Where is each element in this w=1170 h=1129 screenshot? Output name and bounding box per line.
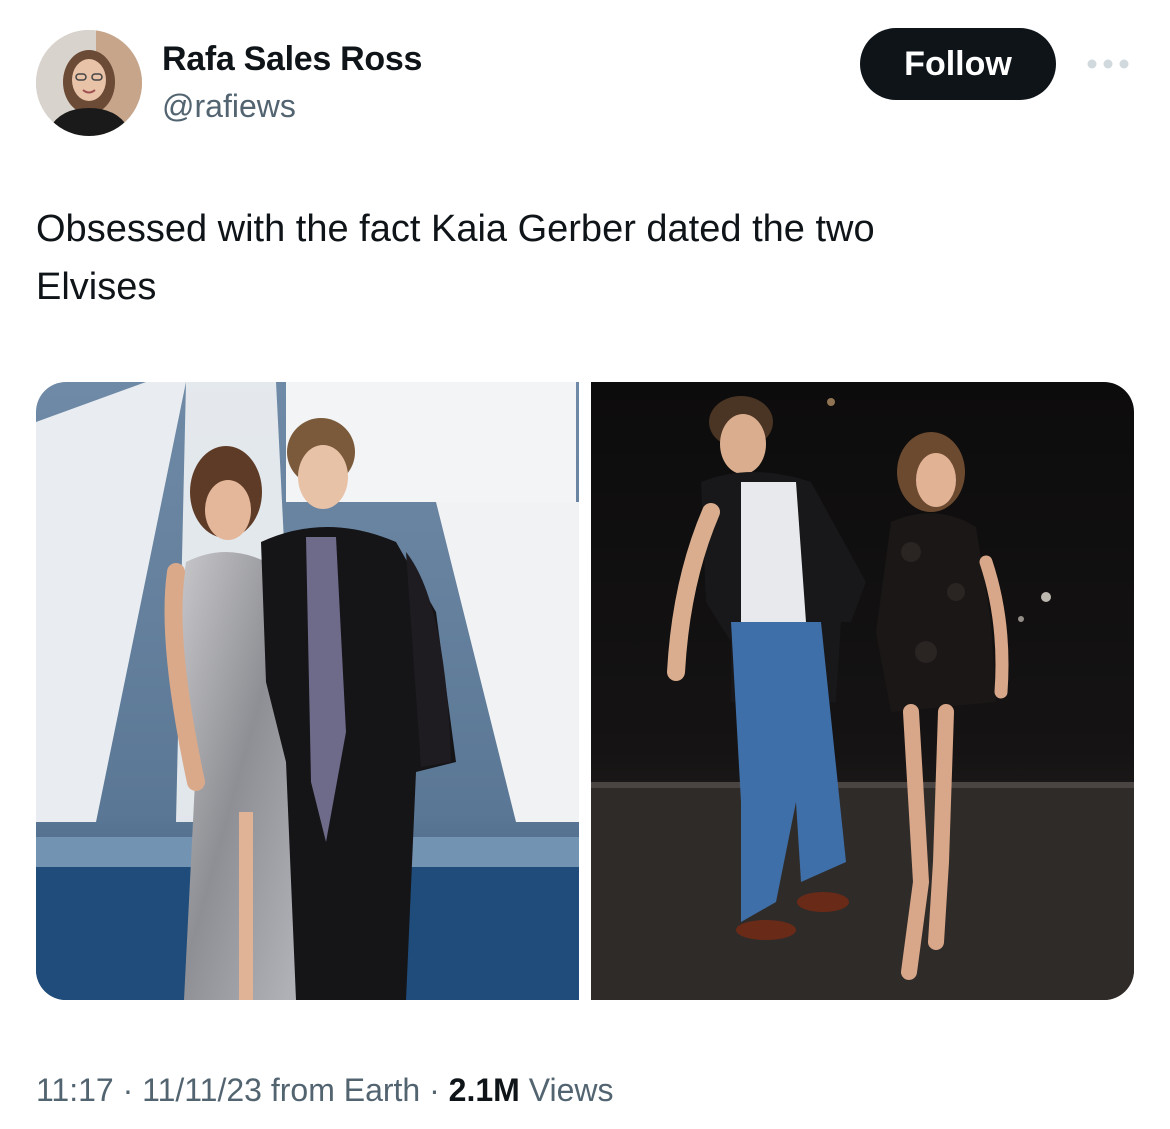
more-options-button[interactable] bbox=[1080, 44, 1136, 84]
media-photo-night-street[interactable] bbox=[591, 382, 1134, 1000]
follow-button[interactable]: Follow bbox=[860, 28, 1056, 100]
tweet-time[interactable]: 11:17 bbox=[36, 1072, 114, 1108]
tweet-text: Obsessed with the fact Kaia Gerber dated… bbox=[36, 208, 875, 308]
author-display-name[interactable]: Rafa Sales Ross bbox=[162, 40, 422, 79]
views-count[interactable]: 2.1M bbox=[449, 1072, 520, 1108]
photo-night-street bbox=[591, 382, 1134, 1000]
photo-red-carpet bbox=[36, 382, 579, 1000]
tweet-source: from Earth bbox=[270, 1072, 421, 1108]
tweet-date[interactable]: 11/11/23 bbox=[142, 1072, 262, 1108]
meta-separator: · bbox=[420, 1072, 449, 1108]
author-handle[interactable]: @rafiews bbox=[162, 88, 296, 125]
media-grid bbox=[36, 382, 1134, 1000]
media-photo-red-carpet[interactable] bbox=[36, 382, 579, 1000]
more-horizontal-icon bbox=[1087, 59, 1129, 69]
views-label[interactable]: Views bbox=[529, 1072, 614, 1108]
avatar[interactable] bbox=[36, 30, 142, 136]
avatar-image bbox=[36, 30, 142, 136]
meta-separator: · bbox=[113, 1072, 143, 1108]
tweet-meta: 11:17 · 11/11/23 from Earth · 2.1M Views bbox=[36, 1072, 613, 1109]
